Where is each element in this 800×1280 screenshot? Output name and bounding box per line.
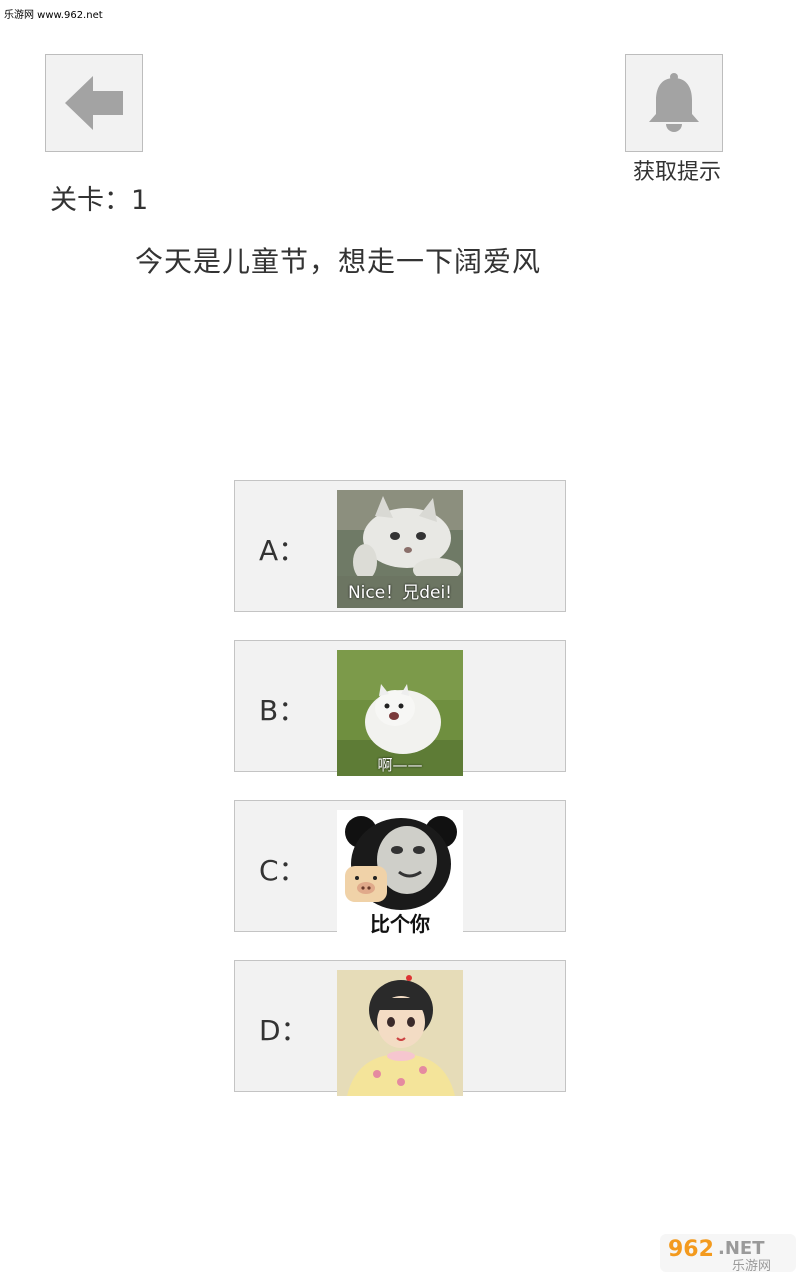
option-d-image	[337, 970, 463, 1096]
option-d[interactable]: D：	[234, 960, 566, 1096]
option-c-image: 比个你	[337, 810, 463, 936]
option-c[interactable]: C： 比个你	[234, 800, 566, 936]
option-a-image: Nice！兄dei!	[337, 490, 463, 616]
option-letter: B：	[259, 694, 307, 727]
arrow-left-icon	[65, 76, 123, 130]
option-a-caption: Nice！兄dei!	[347, 583, 453, 603]
option-b-caption: 啊——	[377, 756, 423, 774]
watermark-top: 乐游网 www.962.net	[4, 10, 103, 21]
svg-text:.NET: .NET	[718, 1238, 765, 1259]
watermark-bottom-logo: 962 .NET 乐游网	[660, 1232, 796, 1274]
option-b[interactable]: B： 啊——	[234, 640, 566, 776]
option-b-image: 啊——	[337, 650, 463, 776]
option-c-caption: 比个你	[370, 912, 430, 936]
option-letter: A：	[259, 534, 307, 567]
option-letter: D：	[259, 1014, 309, 1047]
level-indicator: 关卡：1	[50, 185, 149, 216]
bell-icon	[649, 73, 699, 132]
option-letter: C：	[259, 854, 307, 887]
svg-text:962: 962	[668, 1237, 714, 1262]
hint-label[interactable]: 获取提示	[612, 154, 742, 186]
svg-text:乐游网: 乐游网	[732, 1259, 771, 1274]
question-text: 今天是儿童节，想走一下阔爱风	[135, 245, 542, 278]
back-button[interactable]	[45, 54, 143, 152]
option-a[interactable]: A： Nice！兄dei!	[234, 480, 566, 612]
hint-button[interactable]	[625, 54, 723, 152]
